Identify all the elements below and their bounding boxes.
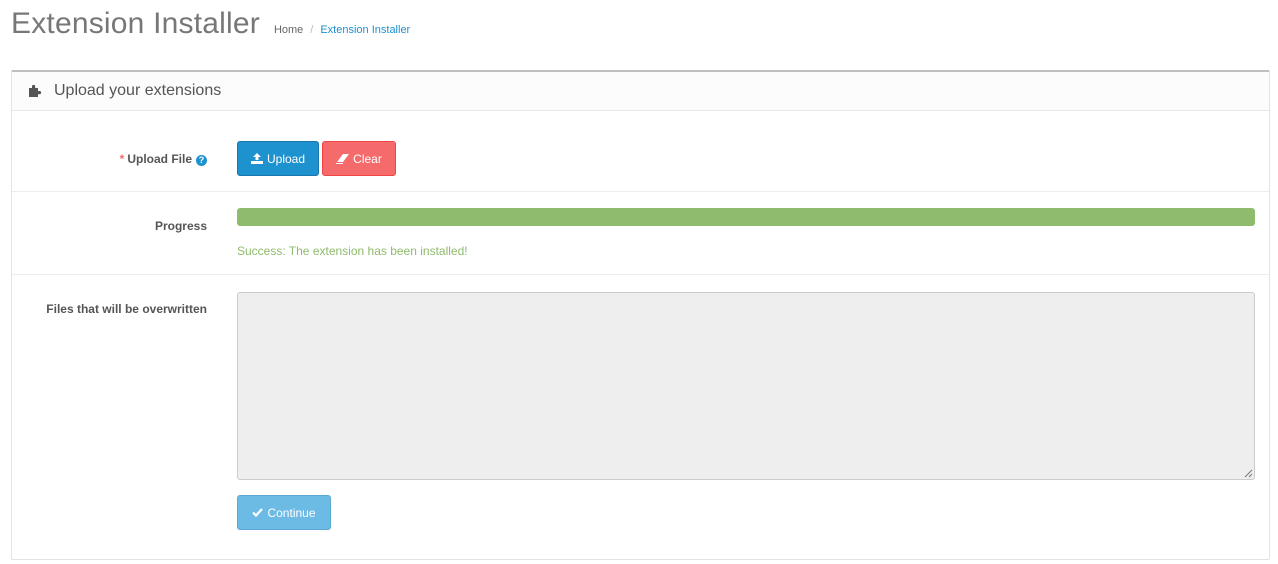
upload-file-label-text: Upload File (127, 152, 192, 166)
upload-button[interactable]: Upload (237, 141, 319, 176)
breadcrumb: Home / Extension Installer (274, 24, 410, 36)
upload-file-label: * Upload File? (120, 152, 207, 166)
upload-button-label: Upload (266, 151, 306, 166)
progress-bar (237, 208, 1255, 226)
breadcrumb-separator: / (310, 24, 314, 36)
upload-file-row: * Upload File? Upload Clear (12, 111, 1269, 192)
clear-button[interactable]: Clear (322, 141, 396, 176)
eraser-icon (336, 153, 350, 164)
help-icon[interactable]: ? (196, 155, 207, 166)
continue-button[interactable]: Continue (237, 495, 331, 530)
progress-label: Progress (154, 219, 207, 233)
check-icon (252, 508, 264, 517)
breadcrumb-extension-installer-link[interactable]: Extension Installer (320, 24, 410, 36)
panel-heading: Upload your extensions (12, 72, 1269, 111)
overwrite-files-textarea[interactable] (237, 292, 1255, 480)
overwrite-label: Files that will be overwritten (46, 302, 207, 316)
page-title: Extension Installer (11, 7, 260, 40)
required-star: * (119, 152, 125, 166)
upload-icon (250, 153, 263, 164)
panel-title: Upload your extensions (54, 82, 222, 99)
resize-handle-icon[interactable] (1244, 469, 1253, 478)
progress-bar-fill (237, 208, 1255, 226)
progress-row: Progress Success: The extension has been… (12, 193, 1269, 275)
upload-panel: Upload your extensions * Upload File? Upl… (11, 70, 1270, 560)
clear-button-label: Clear (353, 151, 382, 166)
breadcrumb-home-link[interactable]: Home (274, 24, 303, 36)
continue-button-label: Continue (267, 505, 316, 520)
success-message: Success: The extension has been installe… (237, 244, 468, 258)
puzzle-piece-icon (29, 84, 42, 97)
page-header: Extension Installer Home / Extension Ins… (11, 6, 410, 46)
overwrite-row: Files that will be overwritten Continue (12, 276, 1269, 560)
